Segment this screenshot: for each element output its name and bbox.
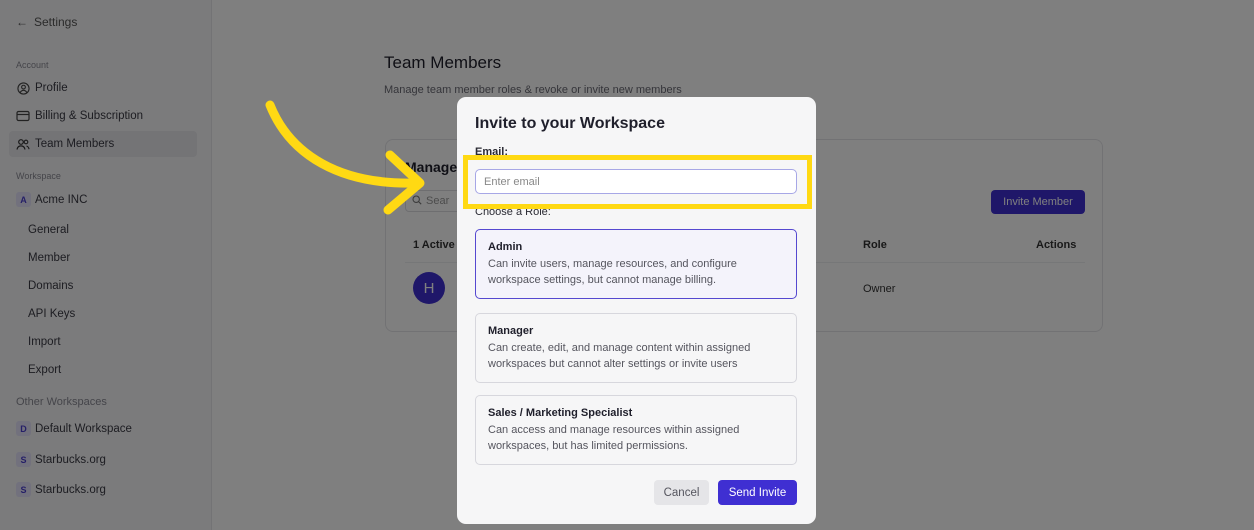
cancel-button[interactable]: Cancel bbox=[654, 480, 709, 505]
role-title: Sales / Marketing Specialist bbox=[488, 407, 633, 419]
role-description: Can access and manage resources within a… bbox=[488, 424, 740, 452]
role-option-manager[interactable]: Manager Can create, edit, and manage con… bbox=[475, 313, 797, 383]
role-title: Admin bbox=[488, 241, 523, 253]
role-title: Manager bbox=[488, 325, 534, 337]
role-option-admin[interactable]: Admin Can invite users, manage resources… bbox=[475, 229, 797, 299]
role-description: Can invite users, manage resources, and … bbox=[488, 258, 737, 286]
email-highlight-box bbox=[463, 155, 812, 209]
send-invite-button[interactable]: Send Invite bbox=[718, 480, 797, 505]
pointer-arrow-icon bbox=[265, 100, 425, 215]
role-option-sales-marketing[interactable]: Sales / Marketing Specialist Can access … bbox=[475, 395, 797, 465]
modal-title: Invite to your Workspace bbox=[475, 115, 665, 132]
role-description: Can create, edit, and manage content wit… bbox=[488, 342, 751, 370]
